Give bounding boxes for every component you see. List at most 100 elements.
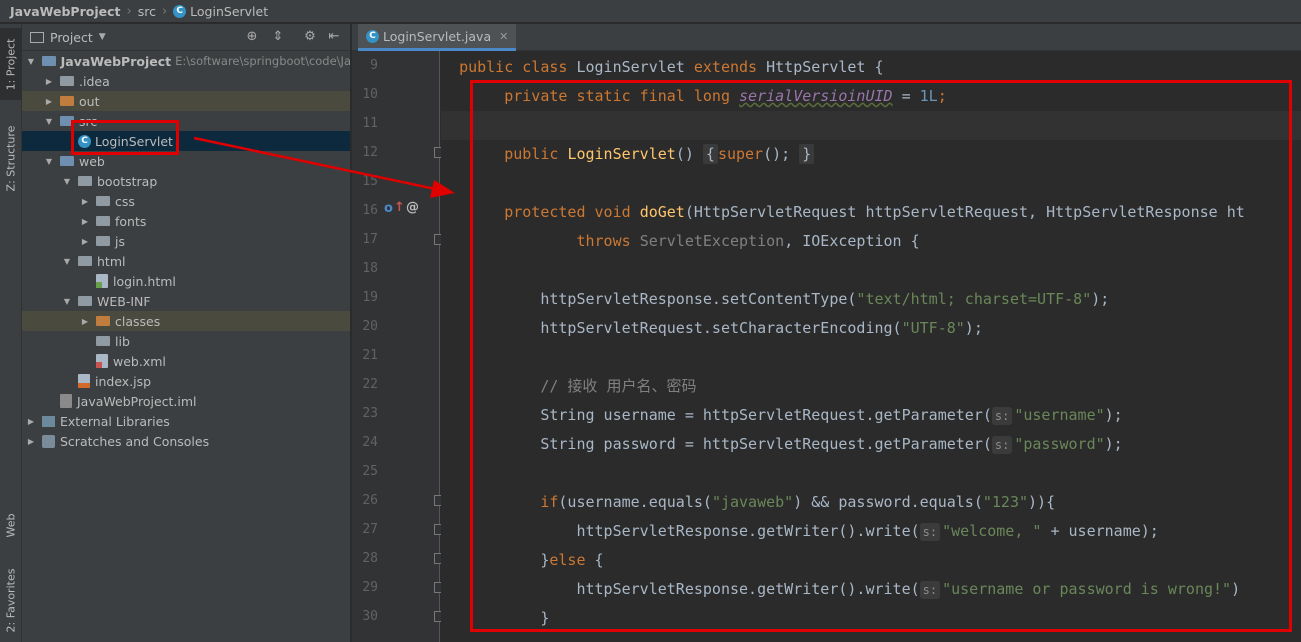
line-number: 30 (362, 609, 378, 624)
chevron-right-icon[interactable]: ▶ (80, 317, 90, 326)
breadcrumb-folder[interactable]: src (138, 4, 156, 19)
navigation-bar: JavaWebProject › src › C LoginServlet (0, 0, 1301, 23)
line-number: 11 (362, 116, 378, 131)
tree-item-label: css (115, 193, 135, 209)
annotation-box-code (470, 80, 1292, 632)
editor-gutter[interactable]: 9 10 11 12 15 16 17 18 19 20 21 22 23 24 25 26 27 28 29 30 … (352, 51, 445, 642)
project-tool-window: Project ▼ ⊕ ⇕ ⚙ ⇤ ▼ JavaWebProject E:\soft… (22, 24, 351, 642)
tab-loginservlet-java[interactable]: C LoginServlet.java ✕ (358, 24, 517, 51)
chevron-right-icon[interactable]: ▶ (80, 197, 90, 206)
chevron-down-icon[interactable]: ▼ (26, 57, 36, 66)
tree-item-fonts[interactable]: ▶ fonts (22, 211, 350, 231)
line-number: 29 (362, 580, 378, 595)
chevron-right-icon[interactable]: ▶ (44, 77, 54, 86)
implement-arrow-icon[interactable]: ↑ (394, 200, 405, 215)
override-icon[interactable]: o (384, 201, 393, 216)
tree-item-login-html[interactable]: ▶login.html (22, 271, 350, 291)
breadcrumb-separator: › (161, 3, 168, 19)
tree-item-bootstrap[interactable]: ▼ bootstrap (22, 171, 350, 191)
tree-item-label: lib (115, 333, 130, 349)
tree-item-label: classes (115, 313, 161, 329)
line-number: 25 (362, 464, 378, 479)
chevron-right-icon[interactable]: ▶ (44, 97, 54, 106)
chevron-down-icon[interactable]: ▼ (99, 32, 106, 42)
source-folder-icon (60, 156, 74, 166)
chevron-right-icon[interactable]: ▶ (80, 217, 90, 226)
tree-item--idea[interactable]: ▶ .idea (22, 71, 350, 91)
folder-icon (78, 256, 92, 266)
web-tool-label: Web (4, 513, 18, 537)
tree-item-label: bootstrap (97, 173, 158, 189)
chevron-down-icon[interactable]: ▼ (62, 297, 72, 306)
tree-item-external-libraries[interactable]: ▶ External Libraries (22, 411, 350, 431)
tree-item-label: html (97, 253, 126, 269)
tree-item-index-jsp[interactable]: ▶index.jsp (22, 371, 350, 391)
tree-item-javawebproject[interactable]: ▼ JavaWebProject E:\software\springboot\co… (22, 51, 351, 71)
folder-icon (78, 296, 92, 306)
tree-item-classes[interactable]: ▶ classes (22, 311, 350, 331)
class-icon: C (366, 29, 379, 43)
tool-window-stripe: 1: Project Z: Structure Web 2: Favorites (0, 24, 22, 642)
gear-icon[interactable]: ⚙ (302, 29, 318, 45)
folder-icon (60, 76, 74, 86)
line-number: 19 (362, 290, 378, 305)
line-number: 23 (362, 406, 378, 421)
line-number: 18 (362, 261, 378, 276)
hide-icon[interactable]: ⇤ (326, 29, 342, 45)
tab-structure-tool[interactable]: Z: Structure (0, 116, 22, 200)
breadcrumb-file[interactable]: LoginServlet (190, 4, 268, 19)
excluded-folder-icon (96, 316, 110, 326)
tree-item-js[interactable]: ▶ js (22, 231, 350, 251)
tab-web-tool[interactable]: Web (0, 500, 22, 550)
folder-icon (96, 196, 110, 206)
tree-item-label: index.jsp (95, 373, 152, 389)
tree-item-label: login.html (113, 273, 176, 289)
tree-item-label: .idea (79, 73, 110, 89)
tree-item-path: E:\software\springboot\code\Ja (175, 54, 351, 68)
breadcrumb-project[interactable]: JavaWebProject (10, 4, 121, 19)
locate-icon[interactable]: ⊕ (244, 29, 260, 45)
folder-icon (30, 31, 44, 43)
chevron-down-icon[interactable]: ▼ (62, 177, 72, 186)
line-number: 22 (362, 377, 378, 392)
tree-item-label: web (79, 153, 105, 169)
chevron-down-icon[interactable]: ▼ (44, 157, 54, 166)
annotation-box-file (71, 120, 179, 155)
chevron-right-icon[interactable]: ▶ (26, 417, 36, 426)
tree-item-scratches-and-consoles[interactable]: ▶ Scratches and Consoles (22, 431, 350, 451)
line-number: 28 (362, 551, 378, 566)
tree-item-html[interactable]: ▼ html (22, 251, 350, 271)
project-view-title[interactable]: Project (50, 30, 93, 45)
tree-item-label: WEB-INF (97, 293, 151, 309)
line-number: 12 (362, 145, 378, 160)
tab-favorites-tool[interactable]: 2: Favorites (0, 558, 22, 642)
tree-item-javawebproject-iml[interactable]: ▶JavaWebProject.iml (22, 391, 350, 411)
folder-icon (96, 216, 110, 226)
chevron-down-icon[interactable]: ▼ (44, 117, 54, 126)
line-number: 15 (362, 174, 378, 189)
annotation-icon: @ (406, 200, 419, 215)
line-number: 9 (370, 58, 378, 73)
tree-item-label: JavaWebProject (60, 53, 172, 69)
favorites-tool-label: 2: Favorites (4, 568, 18, 632)
chevron-right-icon[interactable]: ▶ (80, 237, 90, 246)
chevron-right-icon[interactable]: ▶ (26, 437, 36, 446)
tree-item-web-inf[interactable]: ▼ WEB-INF (22, 291, 350, 311)
chevron-down-icon[interactable]: ▼ (62, 257, 72, 266)
close-icon[interactable]: ✕ (499, 30, 508, 43)
structure-tool-label: Z: Structure (4, 125, 18, 191)
collapse-all-icon[interactable]: ⇕ (270, 29, 286, 45)
tree-item-label: out (79, 93, 100, 109)
tab-project-tool[interactable]: 1: Project (0, 28, 22, 100)
tree-item-web-xml[interactable]: ▶web.xml (22, 351, 350, 371)
tree-item-label: js (115, 233, 125, 249)
tree-item-out[interactable]: ▶ out (22, 91, 350, 111)
tree-item-lib[interactable]: ▶lib (22, 331, 350, 351)
tree-item-css[interactable]: ▶ css (22, 191, 350, 211)
line-number: 26 (362, 493, 378, 508)
tree-item-label: JavaWebProject.iml (77, 393, 197, 409)
line-number: 27 (362, 522, 378, 537)
scratches-icon (42, 434, 55, 448)
project-tool-label: 1: Project (4, 38, 18, 90)
code-line-9: public class LoginServlet extends HttpSe… (459, 58, 884, 76)
